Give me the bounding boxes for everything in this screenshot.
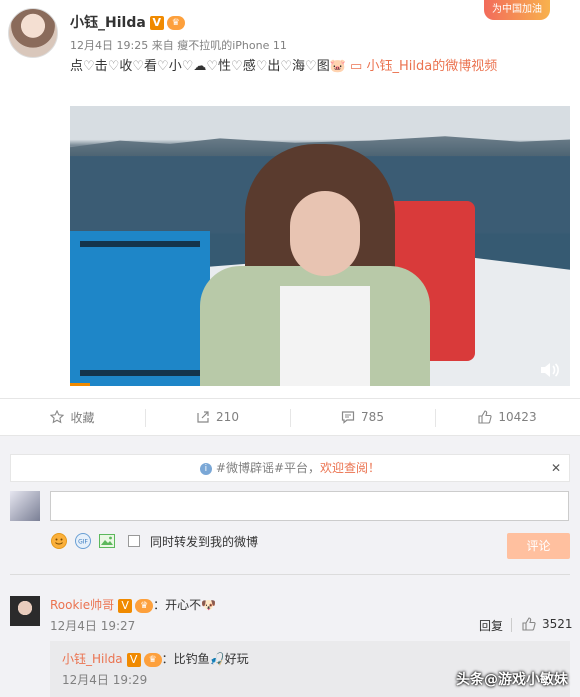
heart-icon: ♡ xyxy=(206,59,219,74)
member-badge-icon: ♛ xyxy=(143,652,162,667)
heart-icon: ♡ xyxy=(132,59,145,74)
sub-comment-text: 好玩 xyxy=(224,652,249,666)
comment-input[interactable] xyxy=(50,491,569,521)
doge-emoji-icon: 🐶 xyxy=(201,598,217,612)
svg-text:GIF: GIF xyxy=(78,539,88,546)
post-username-text[interactable]: 小钰_Hilda xyxy=(70,15,146,31)
thumbs-up-icon xyxy=(522,617,536,631)
sub-comment-username[interactable]: 小钰_Hilda xyxy=(62,652,123,666)
video-link-text[interactable]: 小钰_Hilda的微博视频 xyxy=(366,59,497,74)
post-header: 小钰_Hilda V ♛ 为中国加油 12月4日 19:25 来自 瘦不拉叽的iPh… xyxy=(0,0,580,100)
comment-icon xyxy=(341,411,355,424)
cloud-emoji-icon: ☁ xyxy=(193,59,207,74)
composer-tools: GIF 同时转发到我的微博 xyxy=(50,531,258,551)
pig-emoji-icon: 🐷 xyxy=(329,59,346,74)
repost-checkbox[interactable] xyxy=(128,535,140,547)
verified-badge-icon: V xyxy=(126,652,141,667)
sub-comment-time: 12月4日 19:29 xyxy=(62,673,148,687)
comment-header: Rookie帅哥 V ♛ ：开心不🐶 xyxy=(50,596,216,613)
share-icon xyxy=(197,411,209,423)
post-text-char: 海 xyxy=(292,59,306,74)
video-frame-vest xyxy=(70,231,210,386)
comment-like-button[interactable]: 3521 xyxy=(522,617,573,631)
post-text-char: 性 xyxy=(218,59,232,74)
action-bar: 收藏 210 785 10423 xyxy=(0,398,580,436)
comment-text: ：开心不 xyxy=(153,598,202,612)
comment-username[interactable]: Rookie帅哥 xyxy=(50,598,114,612)
comment-like-count: 3521 xyxy=(542,617,573,631)
verified-badge-icon: V xyxy=(149,16,164,30)
post-text-char: 收 xyxy=(119,59,133,74)
reply-button[interactable]: 回复 xyxy=(479,617,503,634)
repost-label[interactable]: 同时转发到我的微博 xyxy=(150,533,258,550)
gif-icon[interactable]: GIF xyxy=(74,532,92,550)
comment-area: i #微博辟谣#平台，欢迎查阅！ ✕ GIF 同时转发到我的微博 评论 Rooki… xyxy=(0,436,580,697)
post-source[interactable]: 瘦不拉叽的iPhone 11 xyxy=(177,39,287,52)
notice-text[interactable]: #微博辟谣#平台， xyxy=(216,461,320,475)
like-count: 10423 xyxy=(498,410,537,424)
my-avatar[interactable] xyxy=(10,491,40,521)
heart-icon: ♡ xyxy=(181,59,194,74)
submit-comment-button[interactable]: 评论 xyxy=(507,533,570,559)
post-text-char: 图 xyxy=(316,59,330,74)
video-frame-shirt xyxy=(280,286,370,386)
member-badge-icon: ♛ xyxy=(135,598,154,613)
info-icon: i xyxy=(199,462,212,475)
comment-time: 12月4日 19:27 xyxy=(50,619,136,633)
star-icon xyxy=(50,410,65,424)
post-meta: 12月4日 19:25 来自 瘦不拉叽的iPhone 11 xyxy=(70,37,287,53)
divider xyxy=(511,618,512,632)
video-player[interactable] xyxy=(70,106,570,386)
repost-button[interactable]: 210 xyxy=(145,399,290,435)
post-date[interactable]: 12月4日 19:25 xyxy=(70,39,148,52)
video-frame-face xyxy=(290,191,360,276)
post-text-char: 感 xyxy=(242,59,256,74)
sub-comment-header: 小钰_Hilda V ♛ ：比钓鱼🎣好玩 xyxy=(62,650,249,667)
notice-link[interactable]: 欢迎查阅！ xyxy=(320,461,380,475)
fishing-emoji-icon: 🎣 xyxy=(209,652,225,666)
sub-comment-text: ：比钓鱼 xyxy=(161,652,210,666)
avatar[interactable] xyxy=(8,8,58,58)
comment-count: 785 xyxy=(361,410,384,424)
post-username[interactable]: 小钰_Hilda V ♛ xyxy=(70,12,185,32)
heart-icon: ♡ xyxy=(107,59,120,74)
favorite-label: 收藏 xyxy=(70,410,95,425)
video-link-icon: ▭ xyxy=(350,59,363,74)
image-icon[interactable] xyxy=(98,532,116,550)
divider xyxy=(10,574,570,575)
member-badge-icon: ♛ xyxy=(166,16,185,30)
volume-icon[interactable] xyxy=(540,362,560,378)
heart-icon: ♡ xyxy=(231,59,243,74)
watermark: 头条@游戏小敏妹 xyxy=(456,672,568,688)
repost-count: 210 xyxy=(216,410,239,424)
promo-banner[interactable]: 为中国加油 xyxy=(484,0,550,20)
video-link[interactable]: ▭ 小钰_Hilda的微博视频 xyxy=(350,59,497,74)
comment-avatar[interactable] xyxy=(10,596,40,626)
verified-badge-icon: V xyxy=(118,598,133,613)
post-text-char: 小 xyxy=(168,59,182,74)
heart-icon: ♡ xyxy=(83,59,95,74)
video-progress-bar[interactable] xyxy=(70,383,90,386)
like-button[interactable]: 10423 xyxy=(435,399,580,435)
close-icon[interactable]: ✕ xyxy=(551,455,561,481)
thumbs-up-icon xyxy=(478,410,493,424)
rumor-notice: i #微博辟谣#平台，欢迎查阅！ ✕ xyxy=(10,454,570,482)
post-text: 点♡击♡收♡看♡小♡☁♡性♡感♡出♡海♡图🐷 ▭ 小钰_Hilda的微博视频 xyxy=(70,56,570,78)
post-text-char: 出 xyxy=(267,59,281,74)
favorite-button[interactable]: 收藏 xyxy=(0,399,145,435)
post-text-char: 击 xyxy=(94,59,108,74)
heart-icon: ♡ xyxy=(255,59,268,74)
post-text-char: 点 xyxy=(70,59,84,74)
heart-icon: ♡ xyxy=(280,59,293,74)
heart-icon: ♡ xyxy=(305,59,317,74)
post-text-char: 看 xyxy=(144,59,158,74)
heart-icon: ♡ xyxy=(157,59,169,74)
emoji-icon[interactable] xyxy=(50,532,68,550)
post-source-prefix: 来自 xyxy=(151,39,174,52)
comment-button[interactable]: 785 xyxy=(290,399,435,435)
